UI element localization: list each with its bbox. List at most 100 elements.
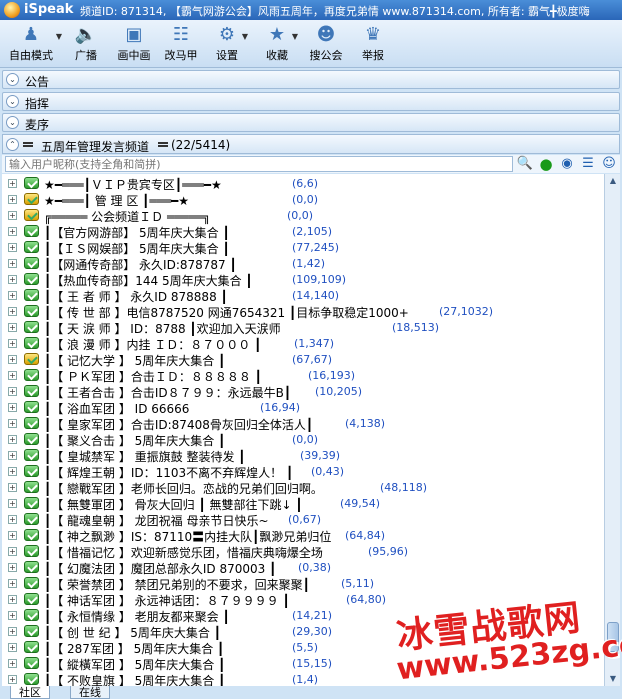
expand-toggle-icon[interactable]: + <box>8 499 17 508</box>
tree-row[interactable]: + ┃【 惜福记忆 】欢迎新感觉乐团，惜福庆典嗨爆全场 (95,96) <box>2 543 602 560</box>
search-icon[interactable]: 🔍 <box>516 155 534 173</box>
expand-toggle-icon[interactable]: + <box>8 323 17 332</box>
vertical-scrollbar[interactable]: ▲ ▼ <box>604 174 620 686</box>
scroll-up-arrow-icon[interactable]: ▲ <box>606 174 620 188</box>
locked-channel-icon <box>24 193 39 205</box>
expand-toggle-icon[interactable]: + <box>8 435 17 444</box>
tree-row[interactable]: + ┃【网通传奇部】 永久ID:878787 ┃ (1,42) <box>2 255 602 272</box>
eye-icon[interactable]: ◉ <box>558 155 576 173</box>
channel-user-count: (77,245) <box>292 241 340 254</box>
chevron-up-icon[interactable]: ⌃ <box>6 138 19 151</box>
expand-toggle-icon[interactable]: + <box>8 515 17 524</box>
channel-user-count: (1,42) <box>292 257 326 270</box>
free-mode-button[interactable]: ♟ 自由模式 ▼ <box>6 22 62 66</box>
expand-toggle-icon[interactable]: + <box>8 579 17 588</box>
expand-toggle-icon[interactable]: + <box>8 195 17 204</box>
tree-row[interactable]: + ┃【热血传奇部】144 5周年庆大集合 ┃ (109,109) <box>2 271 602 288</box>
expand-toggle-icon[interactable]: + <box>8 467 17 476</box>
channel-user-count: (2,105) <box>292 225 333 238</box>
expand-toggle-icon[interactable]: + <box>8 659 17 668</box>
tree-row[interactable]: + ╔═════ 公会频道ＩＤ ═════╗ (0,0) <box>2 207 602 224</box>
expand-toggle-icon[interactable]: + <box>8 227 17 236</box>
tree-row[interactable]: + ┃【 皇城禁军 】 重振旗鼓 整装待发 ┃ (39,39) <box>2 447 602 464</box>
tree-row[interactable]: + ┃【 聚义合击 】 5周年庆大集合 ┃ (0,0) <box>2 431 602 448</box>
channel-icon <box>23 142 33 147</box>
tree-row[interactable]: + ┃【 龍魂皇朝 】 龙团祝福 母亲节日快乐~ (0,67) <box>2 511 602 528</box>
tree-row[interactable]: + ★━═══┃ 管 理 区 ┃═══━★ (0,0) <box>2 191 602 208</box>
chevron-down-icon[interactable]: ▼ <box>56 32 62 41</box>
search-input[interactable] <box>5 156 513 172</box>
channel-icon <box>24 177 39 189</box>
expand-toggle-icon[interactable]: + <box>8 675 17 684</box>
channel-icon <box>24 337 39 349</box>
tree-row[interactable]: + ┃【 皇家军团 】合击ID:87408骨灰回归全体活人┃ (4,138) <box>2 415 602 432</box>
expand-toggle-icon[interactable]: + <box>8 291 17 300</box>
chevron-down-icon[interactable]: ⌄ <box>6 73 19 86</box>
change-nickname-button[interactable]: ☷ 改马甲 <box>160 22 202 66</box>
expand-toggle-icon[interactable]: + <box>8 483 17 492</box>
expand-toggle-icon[interactable]: + <box>8 243 17 252</box>
tree-row[interactable]: + ┃【 浪 漫 师 】内挂 ＩＤ：８７０００ ┃ (1,347) <box>2 335 602 352</box>
command-panel[interactable]: ⌄ 指挥 <box>2 92 620 111</box>
expand-toggle-icon[interactable]: + <box>8 451 17 460</box>
expand-toggle-icon[interactable]: + <box>8 355 17 364</box>
expand-toggle-icon[interactable]: + <box>8 275 17 284</box>
favorites-button[interactable]: ★ 收藏 ▼ <box>262 22 298 66</box>
tree-row[interactable]: + ┃【 王 者 师 】 永久ID 878888 ┃ (14,140) <box>2 287 602 304</box>
channel-icon <box>24 321 39 333</box>
tree-row[interactable]: + ┃【 幻魔法团 】魔团总部永久ID 870003 ┃ (0,38) <box>2 559 602 576</box>
chevron-down-icon[interactable]: ▼ <box>292 32 298 41</box>
expand-toggle-icon[interactable]: + <box>8 547 17 556</box>
expand-toggle-icon[interactable]: + <box>8 339 17 348</box>
tree-row[interactable]: + ┃【 辉煌王朝 】ID：1103不离不弃辉煌人！ ┃ (0,43) <box>2 463 602 480</box>
expand-toggle-icon[interactable]: + <box>8 627 17 636</box>
expand-toggle-icon[interactable]: + <box>8 563 17 572</box>
tree-row[interactable]: + ┃【 天 涙 师 】 ID：8788 ┃欢迎加入天涙师 (18,513) <box>2 319 602 336</box>
chevron-down-icon[interactable]: ⌄ <box>6 116 19 129</box>
expand-toggle-icon[interactable]: + <box>8 371 17 380</box>
online-status-icon[interactable]: ● <box>537 155 555 173</box>
channel-icon <box>24 289 39 301</box>
expand-toggle-icon[interactable]: + <box>8 403 17 412</box>
users-icon[interactable]: ☺ <box>600 155 618 173</box>
expand-toggle-icon[interactable]: + <box>8 595 17 604</box>
chevron-down-icon[interactable]: ⌄ <box>6 95 19 108</box>
expand-toggle-icon[interactable]: + <box>8 643 17 652</box>
expand-toggle-icon[interactable]: + <box>8 211 17 220</box>
tree-row[interactable]: + ┃【 神之飘渺 】IS：87110〓内挂大队┃飘渺兄弟归位 (64,84) <box>2 527 602 544</box>
tree-row[interactable]: + ┃【 無雙軍团 】 骨灰大回归 ┃ 無雙部往下跳↓ ┃ (49,54) <box>2 495 602 512</box>
tab-online[interactable]: 在线 <box>70 686 110 699</box>
expand-toggle-icon[interactable]: + <box>8 307 17 316</box>
tab-community[interactable]: 社区 <box>10 686 50 699</box>
chevron-down-icon[interactable]: ▼ <box>242 32 248 41</box>
tree-row[interactable]: + ┃【 戀戰军团 】老师长回归。恋战的兄弟们回归啊。 (48,118) <box>2 479 602 496</box>
scroll-down-arrow-icon[interactable]: ▼ <box>606 672 620 686</box>
tree-row[interactable]: + ┃【 传 世 部 】电信8787520 网通7654321 ┃目标争取稳定10… <box>2 303 602 320</box>
list-view-icon[interactable]: ☰ <box>579 155 597 173</box>
settings-button[interactable]: ⚙ 设置 ▼ <box>212 22 248 66</box>
locked-channel-icon <box>24 209 39 221</box>
picture-in-picture-button[interactable]: ▣ 画中画 <box>114 22 154 66</box>
tree-row[interactable]: + ┃【官方网游部】 5周年庆大集合 ┃ (2,105) <box>2 223 602 240</box>
expand-toggle-icon[interactable]: + <box>8 259 17 268</box>
tree-row[interactable]: + ★━═══┃ＶＩＰ贵宾专区┃═══━★ (6,6) <box>2 175 602 192</box>
tree-row[interactable]: + ┃【 记忆大学 】 5周年庆大集合 ┃ (67,67) <box>2 351 602 368</box>
channel-user-count: (64,84) <box>345 529 386 542</box>
tree-row[interactable]: + ┃【 ＰＫ军团 】合击ＩＤ：８８８８８ ┃ (16,193) <box>2 367 602 384</box>
mic-queue-panel[interactable]: ⌄ 麦序 <box>2 113 620 132</box>
tree-row[interactable]: + ┃【 荣誉禁团 】 禁团兄弟别的不要求，回来聚聚┃ (5,11) <box>2 575 602 592</box>
expand-toggle-icon[interactable]: + <box>8 387 17 396</box>
search-guild-button[interactable]: ☻ 搜公会 <box>306 22 346 66</box>
channel-header[interactable]: ⌃ 五周年管理发言频道 (22/5414) <box>2 134 620 154</box>
expand-toggle-icon[interactable]: + <box>8 531 17 540</box>
expand-toggle-icon[interactable]: + <box>8 419 17 428</box>
expand-toggle-icon[interactable]: + <box>8 611 17 620</box>
tree-row[interactable]: + ┃【 浴血军团 】 ID 66666 (16,94) <box>2 399 602 416</box>
users-count-icon <box>158 142 168 147</box>
tree-row[interactable]: + ┃【 王者合击 】合击ID８７９９：永远最牛B┃ (10,205) <box>2 383 602 400</box>
expand-toggle-icon[interactable]: + <box>8 179 17 188</box>
announcement-panel[interactable]: ⌄ 公告 <box>2 70 620 89</box>
broadcast-button[interactable]: 🔈 广播 <box>70 22 102 66</box>
tree-row[interactable]: + ┃【ＩＳ网娱部】 5周年庆大集合 ┃ (77,245) <box>2 239 602 256</box>
report-button[interactable]: ♛ 举报 <box>358 22 388 66</box>
